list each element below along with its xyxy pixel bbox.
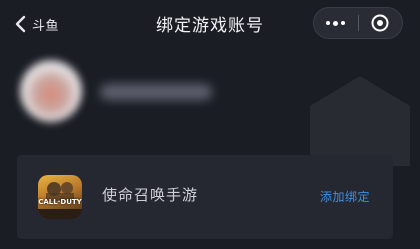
game-logo-text: CALL·DUTY	[38, 198, 82, 206]
mini-program-close-icon[interactable]	[358, 8, 402, 38]
navigation-bar: 斗鱼 绑定游戏账号	[0, 0, 420, 46]
add-binding-button[interactable]: 添加绑定	[320, 188, 370, 205]
back-button[interactable]: 斗鱼	[14, 12, 59, 36]
game-card: CALL·DUTY 使命召唤手游 添加绑定	[17, 155, 393, 239]
more-dots-icon[interactable]	[314, 8, 358, 38]
game-icon: CALL·DUTY	[38, 175, 82, 219]
back-label: 斗鱼	[32, 18, 60, 34]
user-profile	[0, 48, 420, 166]
mini-program-capsule	[313, 7, 403, 39]
avatar	[20, 60, 82, 122]
blurred-nickname	[100, 84, 212, 100]
game-name: 使命召唤手游	[102, 186, 199, 204]
bind-game-account-page: 斗鱼 绑定游戏账号 CALL·DUTY 使命召唤手游 添加绑定	[0, 0, 420, 249]
chevron-left-icon	[14, 15, 26, 33]
